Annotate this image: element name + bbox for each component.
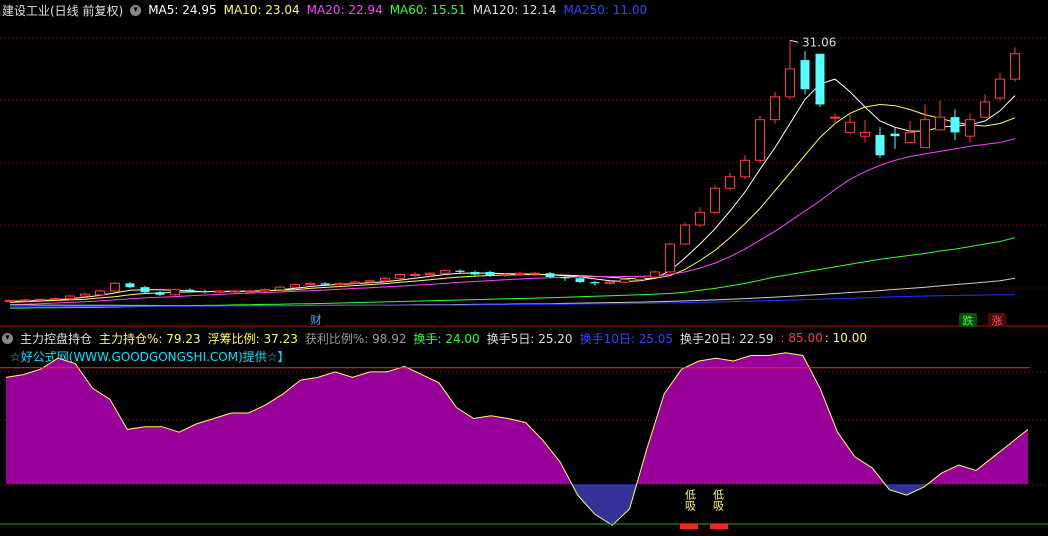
candle-body: [230, 290, 240, 293]
candle-body: [500, 273, 510, 276]
candle-body: [905, 131, 915, 144]
candle-body: [80, 293, 90, 297]
ma-line-ma5: [10, 78, 1016, 302]
candle-body: [185, 289, 195, 291]
candle-body: [920, 119, 930, 149]
marker-cai: 财: [311, 313, 322, 327]
signal-low-label: 低吸: [712, 489, 725, 512]
candle-body: [740, 159, 750, 178]
ma-line-ma120: [10, 277, 1016, 307]
candle-body: [770, 96, 780, 121]
candle-body: [590, 282, 600, 284]
candle-body: [125, 283, 135, 288]
candle-body: [320, 283, 330, 285]
positive-area: [927, 429, 1028, 485]
candle-body: [830, 116, 840, 119]
candle-body: [995, 78, 1005, 99]
candle-body: [380, 277, 390, 282]
candle-body: [560, 277, 570, 279]
signal-low-bar: [710, 524, 728, 529]
negative-area: [885, 484, 928, 496]
candle-body: [455, 270, 465, 272]
candle-body: [290, 284, 300, 288]
candle-body: [800, 60, 810, 90]
candle-body: [950, 117, 960, 133]
candle-body: [695, 211, 705, 226]
candle-body: [680, 224, 690, 245]
candle-body: [935, 116, 945, 131]
candle-body: [215, 290, 225, 293]
candle-body: [545, 273, 555, 278]
candle-body: [965, 119, 975, 137]
high-price-pointer: [789, 39, 799, 43]
candle-body: [665, 243, 675, 273]
candle-body: [260, 289, 270, 292]
candle-body: [335, 282, 345, 286]
candle-body: [200, 290, 210, 293]
candle-body: [530, 272, 540, 275]
marker-die: 跌: [963, 314, 974, 328]
candle-body: [635, 276, 645, 281]
candle-body: [35, 298, 45, 301]
candle-body: [20, 299, 30, 302]
ma-line-ma250: [10, 294, 1015, 308]
candle-body: [170, 289, 180, 296]
marker-zhang: 涨: [992, 315, 1003, 328]
candle-body: [140, 287, 150, 293]
candle-body: [275, 286, 285, 291]
indicator-chart[interactable]: 低吸 低吸: [0, 328, 1048, 536]
candle-body: [755, 119, 765, 161]
candle-body: [350, 281, 360, 284]
price-chart[interactable]: 31.06 财 跌 涨: [0, 0, 1048, 328]
candle-body: [725, 176, 735, 189]
candle-body: [575, 278, 585, 283]
candle-body: [245, 290, 255, 293]
signal-low-bar: [680, 524, 698, 529]
candle-body: [845, 121, 855, 133]
high-price-label: 31.06: [802, 35, 836, 49]
candle-body: [980, 101, 990, 118]
candle-body: [650, 271, 660, 278]
candle-body: [395, 273, 405, 279]
candle-body: [425, 272, 435, 275]
candle-body: [470, 271, 480, 275]
candle-body: [620, 279, 630, 283]
signal-low-label: 低吸: [684, 489, 697, 512]
candle-body: [860, 131, 870, 137]
candle-body: [485, 271, 495, 276]
candle-body: [785, 68, 795, 98]
candle-body: [1010, 53, 1020, 80]
positive-area: [6, 358, 572, 485]
candle-body: [95, 290, 105, 296]
candle-body: [305, 282, 315, 286]
candle-body: [65, 295, 75, 300]
positive-area: [636, 352, 886, 485]
negative-area: [571, 484, 637, 526]
candle-body: [515, 272, 525, 275]
candle-body: [50, 298, 60, 301]
candle-body: [875, 134, 885, 156]
candle-body: [365, 280, 375, 283]
candle-body: [110, 282, 120, 292]
candle-body: [605, 281, 615, 284]
candle-body: [815, 53, 825, 105]
ma-line-ma20: [9, 138, 1016, 306]
candle-body: [890, 133, 900, 137]
candle-body: [710, 187, 720, 213]
candle-body: [5, 299, 15, 302]
candle-body: [410, 273, 420, 276]
candle-body: [440, 270, 450, 274]
candle-body: [155, 292, 165, 295]
